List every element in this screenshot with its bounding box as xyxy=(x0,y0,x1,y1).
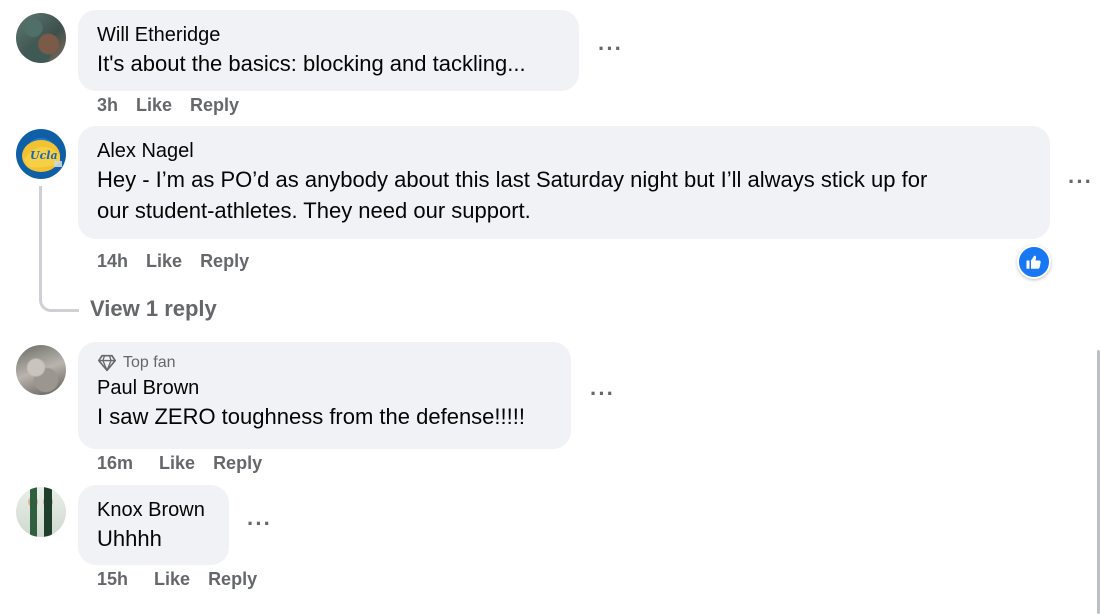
more-options-button[interactable]: ··· xyxy=(1068,171,1093,193)
comment-bubble-alex-nagel: Alex Nagel Hey - I’m as PO’d as anybody … xyxy=(78,126,1050,239)
like-button[interactable]: Like xyxy=(159,453,195,474)
like-button[interactable]: Like xyxy=(146,251,182,272)
thumbs-up-icon xyxy=(1026,255,1041,269)
comment-actions: 16m Like Reply xyxy=(97,453,262,474)
comment-bubble-will-etheridge: Will Etheridge It's about the basics: bl… xyxy=(78,10,579,91)
comment-actions: 15h Like Reply xyxy=(97,569,257,590)
comment-author[interactable]: Paul Brown xyxy=(97,375,552,401)
comment-actions: 3h Like Reply xyxy=(97,95,239,116)
like-reaction-icon[interactable] xyxy=(1017,245,1051,279)
ucla-helmet-logo: Ucla xyxy=(22,140,62,172)
top-fan-badge: Top fan xyxy=(97,353,552,373)
more-options-button[interactable]: ··· xyxy=(590,383,615,405)
like-button[interactable]: Like xyxy=(154,569,190,590)
avatar-alex-nagel[interactable]: Ucla xyxy=(16,129,66,179)
avatar-paul-brown[interactable] xyxy=(16,345,66,395)
avatar-knox-brown[interactable] xyxy=(16,487,66,537)
comment-text: I saw ZERO toughness from the defense!!!… xyxy=(97,404,525,429)
avatar-will-etheridge[interactable] xyxy=(16,13,66,63)
comment-text: It's about the basics: blocking and tack… xyxy=(97,51,526,76)
ucla-logo-text: Ucla xyxy=(30,149,58,162)
comment-bubble-paul-brown: Top fan Paul Brown I saw ZERO toughness … xyxy=(78,342,571,449)
view-replies-link[interactable]: View 1 reply xyxy=(90,296,217,322)
top-fan-label: Top fan xyxy=(123,354,176,371)
comment-author[interactable]: Alex Nagel xyxy=(97,138,1031,164)
thread-connector-line xyxy=(39,186,79,312)
comment-text-line2: our student-athletes. They need our supp… xyxy=(97,198,531,223)
more-options-button[interactable]: ··· xyxy=(598,38,623,60)
comment-bubble-knox-brown: Knox Brown Uhhhh xyxy=(78,485,229,565)
comments-section: Will Etheridge It's about the basics: bl… xyxy=(0,0,1100,614)
comment-author[interactable]: Will Etheridge xyxy=(97,22,560,48)
reply-button[interactable]: Reply xyxy=(190,95,239,116)
comment-timestamp[interactable]: 14h xyxy=(97,251,128,272)
comment-actions: 14h Like Reply xyxy=(97,251,249,272)
reply-button[interactable]: Reply xyxy=(200,251,249,272)
comment-timestamp[interactable]: 16m xyxy=(97,453,133,474)
comment-timestamp[interactable]: 15h xyxy=(97,569,128,590)
reply-button[interactable]: Reply xyxy=(213,453,262,474)
comment-author[interactable]: Knox Brown xyxy=(97,497,210,523)
comment-text-line1: Hey - I’m as PO’d as anybody about this … xyxy=(97,167,928,192)
like-button[interactable]: Like xyxy=(136,95,172,116)
reply-button[interactable]: Reply xyxy=(208,569,257,590)
more-options-button[interactable]: ··· xyxy=(247,513,272,535)
diamond-icon xyxy=(98,354,116,372)
comment-timestamp[interactable]: 3h xyxy=(97,95,118,116)
comment-text: Uhhhh xyxy=(97,526,162,551)
